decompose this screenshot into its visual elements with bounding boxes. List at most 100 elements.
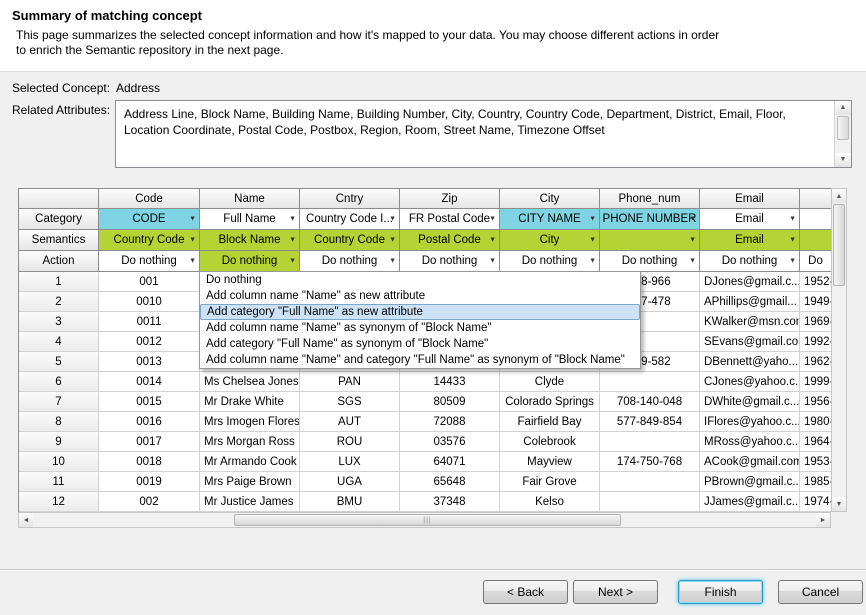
column-header-Code[interactable]: Code — [99, 189, 200, 209]
combo-value: Do nothing — [322, 255, 378, 267]
semantics-combo-cntry[interactable]: Country Code▼ — [300, 230, 400, 251]
semantics-combo-code[interactable]: Country Code▼ — [99, 230, 200, 251]
row-number: 7 — [19, 392, 99, 412]
grid-cell: 65648 — [400, 472, 500, 492]
column-header-col8 — [800, 189, 832, 209]
back-button[interactable]: < Back — [483, 580, 568, 604]
column-header-Name[interactable]: Name — [200, 189, 300, 209]
grid-cell: Mr Drake White — [200, 392, 300, 412]
action-combo-name[interactable]: Do nothing▼ — [200, 251, 300, 272]
combo-value: Do nothing — [422, 255, 478, 267]
finish-button[interactable]: Finish — [678, 580, 763, 604]
action-combo-phone_num[interactable]: Do nothing▼ — [600, 251, 700, 272]
cancel-button[interactable]: Cancel — [778, 580, 863, 604]
grid-cell: PAN — [300, 372, 400, 392]
action-combo-zip[interactable]: Do nothing▼ — [400, 251, 500, 272]
grid-cell: Mayview — [500, 452, 600, 472]
row-label-category: Category — [19, 209, 99, 230]
category-combo-phone_num[interactable]: PHONE NUMBER▼ — [600, 209, 700, 230]
grid-cell: ROU — [300, 432, 400, 452]
column-header-Phone_num[interactable]: Phone_num — [600, 189, 700, 209]
scroll-up-icon[interactable]: ▲ — [835, 101, 851, 115]
action-combo-col8[interactable]: Do — [800, 251, 832, 272]
grid-cell: 1962- — [800, 352, 832, 372]
grid-cell: 1949- — [800, 292, 832, 312]
category-combo-zip[interactable]: FR Postal Code▼ — [400, 209, 500, 230]
vscroll-thumb[interactable] — [833, 204, 845, 286]
category-combo-city[interactable]: CITY NAME ▼ — [500, 209, 600, 230]
grid-cell: 03576 — [400, 432, 500, 452]
scroll-left-icon[interactable]: ◄ — [19, 513, 33, 527]
combo-value: Do — [808, 255, 823, 267]
attributes-scrollbar-thumb[interactable] — [837, 116, 849, 140]
menu-item-5[interactable]: Add category "Full Name" as synonym of "… — [200, 336, 640, 352]
selected-concept-label: Selected Concept: — [12, 81, 110, 95]
hscroll-thumb[interactable]: ||| — [234, 514, 621, 526]
grid-cell: 1992- — [800, 332, 832, 352]
action-combo-email[interactable]: Do nothing▼ — [700, 251, 800, 272]
grid-cell: APhillips@gmail... — [700, 292, 800, 312]
grid-vertical-scrollbar[interactable]: ▲ ▼ — [831, 188, 847, 512]
category-combo-cntry[interactable]: Country Code I...▼ — [300, 209, 400, 230]
grid-cell: 0016 — [99, 412, 200, 432]
grid-cell: Mrs Paige Brown — [200, 472, 300, 492]
column-header-Cntry[interactable]: Cntry — [300, 189, 400, 209]
category-combo-email[interactable]: Email▼ — [700, 209, 800, 230]
semantics-combo-name[interactable]: Block Name▼ — [200, 230, 300, 251]
grid-cell: 0018 — [99, 452, 200, 472]
scroll-down-icon[interactable]: ▼ — [832, 497, 846, 511]
column-header-City[interactable]: City — [500, 189, 600, 209]
grid-cell: Fair Grove — [500, 472, 600, 492]
grid-cell: 001 — [99, 272, 200, 292]
grid-cell: 0017 — [99, 432, 200, 452]
menu-item-4[interactable]: Add column name "Name" as synonym of "Bl… — [200, 320, 640, 336]
grid-horizontal-scrollbar[interactable]: ◄ ||| ► — [18, 512, 831, 528]
scroll-right-icon[interactable]: ► — [816, 513, 830, 527]
grid-cell: 64071 — [400, 452, 500, 472]
semantics-combo-zip[interactable]: Postal Code▼ — [400, 230, 500, 251]
attributes-scrollbar[interactable]: ▲ ▼ — [834, 101, 851, 167]
semantics-combo-email[interactable]: Email▼ — [700, 230, 800, 251]
scroll-down-icon[interactable]: ▼ — [835, 153, 851, 167]
action-combo-cntry[interactable]: Do nothing▼ — [300, 251, 400, 272]
semantics-combo-phone_num[interactable]: ▼ — [600, 230, 700, 251]
column-header-Email[interactable]: Email — [700, 189, 800, 209]
menu-item-3[interactable]: Add category "Full Name" as new attribut… — [200, 304, 640, 320]
wizard-header: Summary of matching concept This page su… — [0, 0, 866, 72]
combo-value: Do nothing — [622, 255, 678, 267]
page-title: Summary of matching concept — [12, 8, 202, 23]
grid-cell: 0013 — [99, 352, 200, 372]
menu-item-1[interactable]: Do nothing — [200, 272, 640, 288]
combo-value: CITY NAME — [518, 213, 580, 225]
semantics-combo-col8[interactable] — [800, 230, 832, 251]
next-button[interactable]: Next > — [573, 580, 658, 604]
category-combo-name[interactable]: Full Name▼ — [200, 209, 300, 230]
category-combo-code[interactable]: CODE▼ — [99, 209, 200, 230]
grip-icon: ||| — [423, 517, 431, 524]
related-attributes-box: Address Line, Block Name, Building Name,… — [115, 100, 852, 168]
scroll-up-icon[interactable]: ▲ — [832, 189, 846, 203]
category-combo-col8[interactable] — [800, 209, 832, 230]
grid-cell: Colebrook — [500, 432, 600, 452]
grid-cell: 1974- — [800, 492, 832, 512]
combo-value: FR Postal Code — [409, 213, 490, 225]
grid-cell: 1964- — [800, 432, 832, 452]
selected-concept-value: Address — [116, 81, 160, 95]
menu-item-2[interactable]: Add column name "Name" as new attribute — [200, 288, 640, 304]
chevron-down-icon: ▼ — [389, 237, 396, 244]
semantics-combo-city[interactable]: City▼ — [500, 230, 600, 251]
chevron-down-icon: ▼ — [589, 216, 596, 223]
row-number: 8 — [19, 412, 99, 432]
menu-item-6[interactable]: Add column name "Name" and category "Ful… — [200, 352, 640, 368]
grid-cell: Mr Armando Cook — [200, 452, 300, 472]
chevron-down-icon: ▼ — [289, 237, 296, 244]
row-number: 5 — [19, 352, 99, 372]
grid-cell: 1985- — [800, 472, 832, 492]
row-number: 10 — [19, 452, 99, 472]
grid-cell: Fairfield Bay — [500, 412, 600, 432]
grid-cell: 174-750-768 — [600, 452, 700, 472]
action-combo-city[interactable]: Do nothing▼ — [500, 251, 600, 272]
column-header-Zip[interactable]: Zip — [400, 189, 500, 209]
action-combo-code[interactable]: Do nothing▼ — [99, 251, 200, 272]
chevron-down-icon: ▼ — [189, 258, 196, 265]
